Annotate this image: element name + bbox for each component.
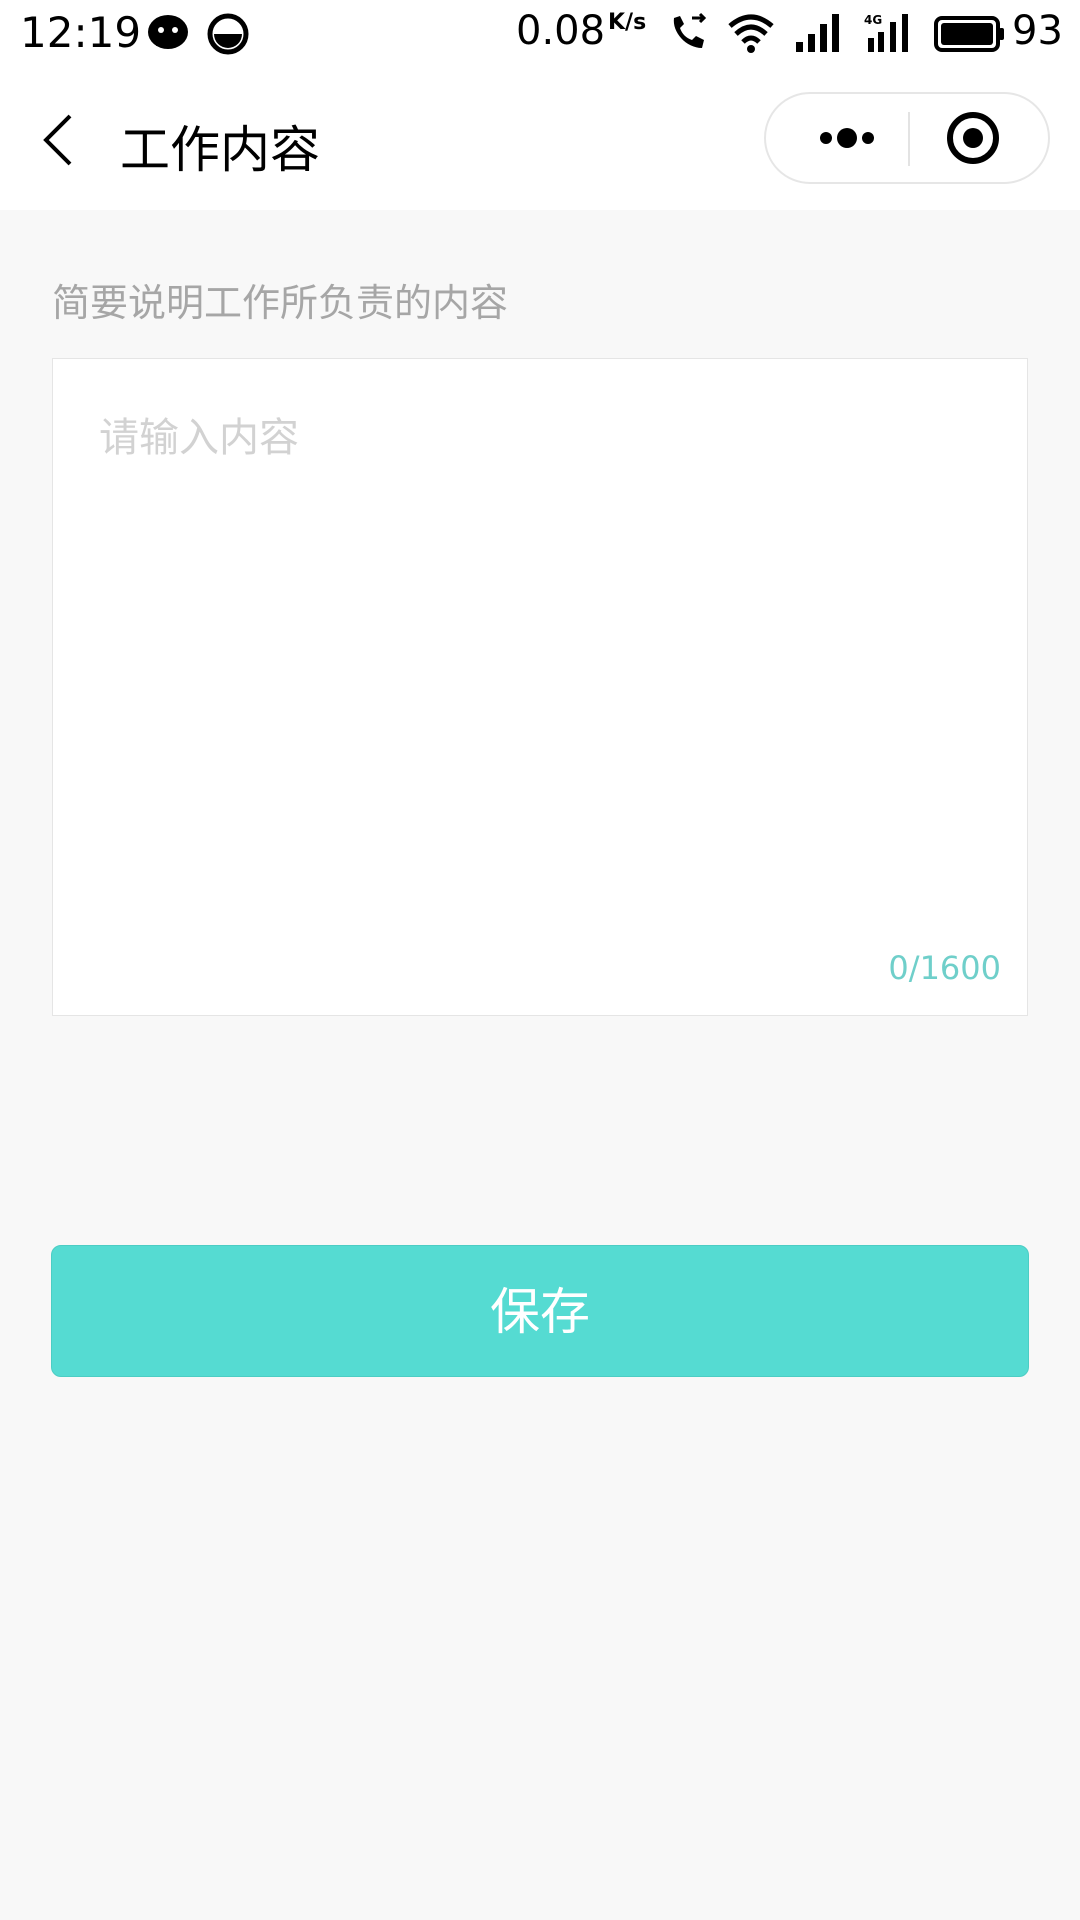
status-time: 12:19: [20, 8, 142, 57]
nav-bar: 工作内容: [0, 70, 1080, 210]
more-icon: [820, 128, 874, 148]
signal-4g-icon: 4G: [864, 12, 914, 60]
net-unit: K/s: [608, 10, 647, 35]
battery-level: 93: [1012, 8, 1063, 54]
battery-icon: [934, 12, 1006, 60]
back-button[interactable]: [36, 110, 86, 170]
wifi-icon: [726, 12, 776, 60]
char-counter: 0/1600: [888, 949, 1001, 987]
app-icon: [206, 12, 250, 60]
wechat-icon: [146, 12, 190, 60]
save-button[interactable]: 保存: [51, 1245, 1029, 1377]
field-hint: 简要说明工作所负责的内容: [52, 281, 509, 325]
content-textarea[interactable]: [97, 403, 981, 907]
back-arrow-icon: [43, 114, 72, 166]
capsule-divider: [908, 112, 910, 166]
more-button[interactable]: [788, 94, 906, 182]
miniprogram-capsule: [764, 92, 1050, 184]
page-title: 工作内容: [120, 121, 320, 179]
net-speed: 0.08: [516, 8, 606, 54]
content-textarea-box: 0/1600: [52, 358, 1028, 1016]
svg-text:4G: 4G: [864, 13, 882, 27]
call-icon: [666, 12, 710, 60]
status-bar: 12:19 0.08 K/s 4G 93: [0, 0, 1080, 70]
close-miniprogram-button[interactable]: [914, 94, 1032, 182]
signal-icon: [794, 12, 842, 60]
target-icon: [947, 112, 999, 164]
